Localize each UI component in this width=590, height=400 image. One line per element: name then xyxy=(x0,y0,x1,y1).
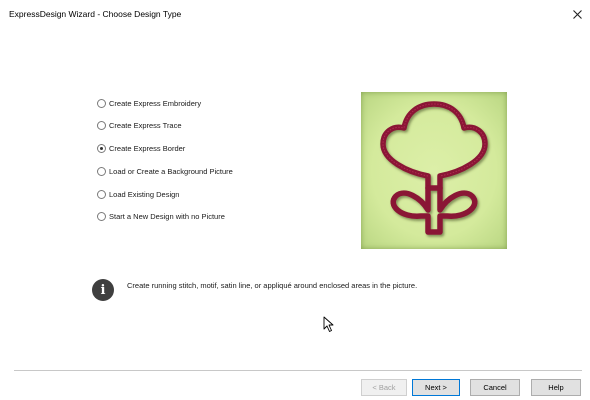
window-title: ExpressDesign Wizard - Choose Design Typ… xyxy=(9,9,182,19)
radio-button[interactable] xyxy=(97,211,106,221)
option-label: Load or Create a Background Picture xyxy=(109,166,233,176)
option-load-existing-design[interactable]: Load Existing Design xyxy=(97,188,179,200)
radio-button[interactable] xyxy=(97,189,106,199)
close-button[interactable] xyxy=(566,3,588,25)
cancel-button[interactable]: Cancel xyxy=(470,379,520,396)
option-create-express-embroidery[interactable]: Create Express Embroidery xyxy=(97,97,201,109)
info-glyph: i xyxy=(100,282,106,298)
radio-button[interactable] xyxy=(97,166,106,176)
close-icon xyxy=(572,9,582,19)
option-load-or-create-background[interactable]: Load or Create a Background Picture xyxy=(97,165,233,177)
option-create-express-trace[interactable]: Create Express Trace xyxy=(97,119,182,131)
option-label: Create Express Border xyxy=(109,143,186,153)
design-preview-image xyxy=(361,92,507,249)
radio-button[interactable] xyxy=(97,98,106,108)
flower-border-stitch-image xyxy=(380,101,488,235)
next-button[interactable]: Next > xyxy=(412,379,460,396)
option-label: Start a New Design with no Picture xyxy=(109,211,225,221)
option-label: Create Express Trace xyxy=(109,120,182,130)
option-start-new-design[interactable]: Start a New Design with no Picture xyxy=(97,210,225,222)
mouse-cursor-icon xyxy=(323,316,334,332)
help-button[interactable]: Help xyxy=(531,379,581,396)
option-label: Load Existing Design xyxy=(109,189,180,199)
radio-button-selected[interactable] xyxy=(97,143,106,153)
option-label: Create Express Embroidery xyxy=(109,98,202,108)
radio-button[interactable] xyxy=(97,120,106,130)
info-description: Create running stitch, motif, satin line… xyxy=(127,281,418,290)
back-button[interactable]: < Back xyxy=(361,379,407,396)
footer-divider xyxy=(14,370,582,371)
info-icon: i xyxy=(92,279,114,301)
option-create-express-border[interactable]: Create Express Border xyxy=(97,142,185,154)
